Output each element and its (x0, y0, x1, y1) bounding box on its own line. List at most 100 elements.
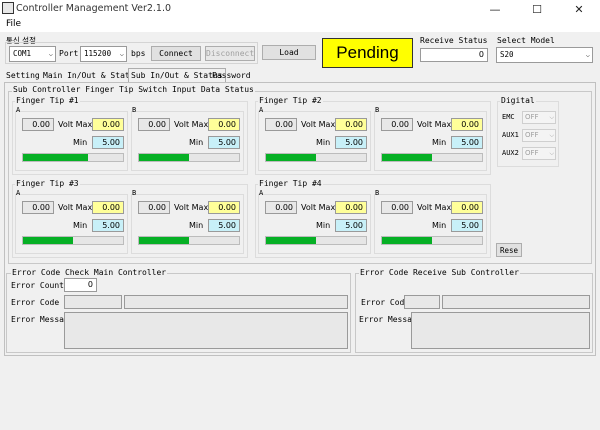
volt-max-label: Volt Max (58, 203, 93, 212)
finger-2-b-volt-max: 0.00 (451, 118, 483, 131)
finger-4-a-min: 5.00 (335, 219, 367, 232)
title-bar: Controller Management Ver2.1.0 — ☐ ✕ (0, 0, 600, 18)
error-code-label: Error Code (11, 298, 60, 307)
chevron-down-icon: ⌵ (119, 50, 124, 58)
volt-max-label: Volt Max (58, 120, 93, 129)
volt-max-label: Volt Max (174, 203, 209, 212)
digital-aux2-label: AUX2 (502, 149, 519, 157)
window-title: Controller Management Ver2.1.0 (16, 3, 172, 14)
reset-button[interactable]: Rese (496, 243, 522, 257)
min-label: Min (316, 138, 331, 147)
tab-main-in-out-status[interactable]: Main In/Out & Status (41, 69, 141, 82)
progress-fill (23, 237, 73, 244)
progress-fill (382, 237, 432, 244)
chevron-down-icon: ⌵ (549, 114, 554, 121)
finger-2-b-min: 5.00 (451, 136, 483, 149)
receive-status-value: 0 (420, 48, 488, 62)
digital-emc-value: OFF (525, 113, 539, 121)
sub-error-message-field (411, 312, 590, 349)
finger-1-b-progress (138, 153, 240, 162)
error-message-field (64, 312, 348, 349)
finger-2-a-min: 5.00 (335, 136, 367, 149)
digital-emc-label: EMC (502, 113, 515, 121)
finger-2-a-label: A (259, 106, 264, 114)
baud-rate-value: 115200 (84, 49, 112, 58)
port-label: Port (59, 49, 79, 58)
com-port-value: COM1 (13, 49, 32, 58)
finger-4-b-value: 0.00 (381, 201, 413, 214)
minimize-button[interactable]: — (474, 0, 516, 18)
close-button[interactable]: ✕ (558, 0, 600, 18)
error-count-label: Error Count (11, 281, 64, 290)
finger-4-a-progress (265, 236, 367, 245)
menu-file[interactable]: File (6, 19, 21, 29)
chevron-down-icon: ⌵ (549, 132, 554, 139)
finger-tip-1-title: Finger Tip #1 (15, 96, 80, 105)
digital-emc-select[interactable]: OFF ⌵ (522, 111, 556, 124)
finger-1-a-progress (22, 153, 124, 162)
com-port-select[interactable]: COM1 ⌵ (9, 46, 56, 62)
baud-rate-select[interactable]: 115200 ⌵ (80, 46, 127, 62)
finger-3-b-label: B (132, 189, 137, 197)
volt-max-label: Volt Max (301, 120, 336, 129)
min-label: Min (432, 138, 447, 147)
finger-4-a-volt-max: 0.00 (335, 201, 367, 214)
finger-3-a-min: 5.00 (92, 219, 124, 232)
min-label: Min (432, 221, 447, 230)
finger-3-a-volt-max: 0.00 (92, 201, 124, 214)
select-model-label: Select Model (497, 36, 555, 45)
load-button[interactable]: Load (262, 45, 316, 60)
chevron-down-icon: ⌵ (48, 50, 53, 58)
finger-1-b-volt-max: 0.00 (208, 118, 240, 131)
min-label: Min (189, 138, 204, 147)
finger-4-b-progress (381, 236, 483, 245)
finger-1-b-min: 5.00 (208, 136, 240, 149)
finger-1-a-label: A (16, 106, 21, 114)
finger-2-a-value: 0.00 (265, 118, 297, 131)
finger-4-a-value: 0.00 (265, 201, 297, 214)
maximize-button[interactable]: ☐ (516, 0, 558, 18)
sub-error-code-label: Error Code (361, 298, 410, 307)
error-sub-title: Error Code Receive Sub Controller (359, 268, 520, 277)
min-label: Min (73, 221, 88, 230)
progress-fill (23, 154, 88, 161)
finger-4-b-volt-max: 0.00 (451, 201, 483, 214)
model-select[interactable]: S20 ⌵ (496, 47, 593, 63)
digital-aux1-label: AUX1 (502, 131, 519, 139)
min-label: Min (73, 138, 88, 147)
finger-1-b-value: 0.00 (138, 118, 170, 131)
finger-3-a-progress (22, 236, 124, 245)
volt-max-label: Volt Max (417, 203, 452, 212)
finger-3-b-volt-max: 0.00 (208, 201, 240, 214)
finger-1-b-label: B (132, 106, 137, 114)
finger-4-b-label: B (375, 189, 380, 197)
connect-button[interactable]: Connect (151, 46, 201, 61)
progress-fill (139, 237, 189, 244)
tab-setting[interactable]: Setting (4, 69, 42, 82)
finger-2-b-progress (381, 153, 483, 162)
finger-3-b-value: 0.00 (138, 201, 170, 214)
digital-aux1-select[interactable]: OFF ⌵ (522, 129, 556, 142)
tab-password[interactable]: Password (210, 69, 253, 82)
chevron-down-icon: ⌵ (549, 150, 554, 157)
digital-title: Digital (500, 96, 536, 105)
min-label: Min (189, 221, 204, 230)
progress-fill (266, 237, 316, 244)
finger-tip-2-title: Finger Tip #2 (258, 96, 323, 105)
finger-3-b-min: 5.00 (208, 219, 240, 232)
digital-aux2-select[interactable]: OFF ⌵ (522, 147, 556, 160)
min-label: Min (316, 221, 331, 230)
finger-2-a-progress (265, 153, 367, 162)
tab-bar: Setting Main In/Out & Status Sub In/Out … (4, 68, 596, 82)
menu-bar: File (0, 18, 600, 32)
sub-panel-title: Sub Controller Finger Tip Switch Input D… (12, 85, 255, 94)
error-code-field (64, 295, 122, 309)
finger-4-b-min: 5.00 (451, 219, 483, 232)
sub-error-code-field (404, 295, 440, 309)
digital-aux2-value: OFF (525, 149, 539, 157)
finger-1-a-volt-max: 0.00 (92, 118, 124, 131)
digital-aux1-value: OFF (525, 131, 539, 139)
volt-max-label: Volt Max (417, 120, 452, 129)
app-icon (2, 2, 14, 14)
disconnect-button[interactable]: Disconnect (205, 46, 255, 61)
